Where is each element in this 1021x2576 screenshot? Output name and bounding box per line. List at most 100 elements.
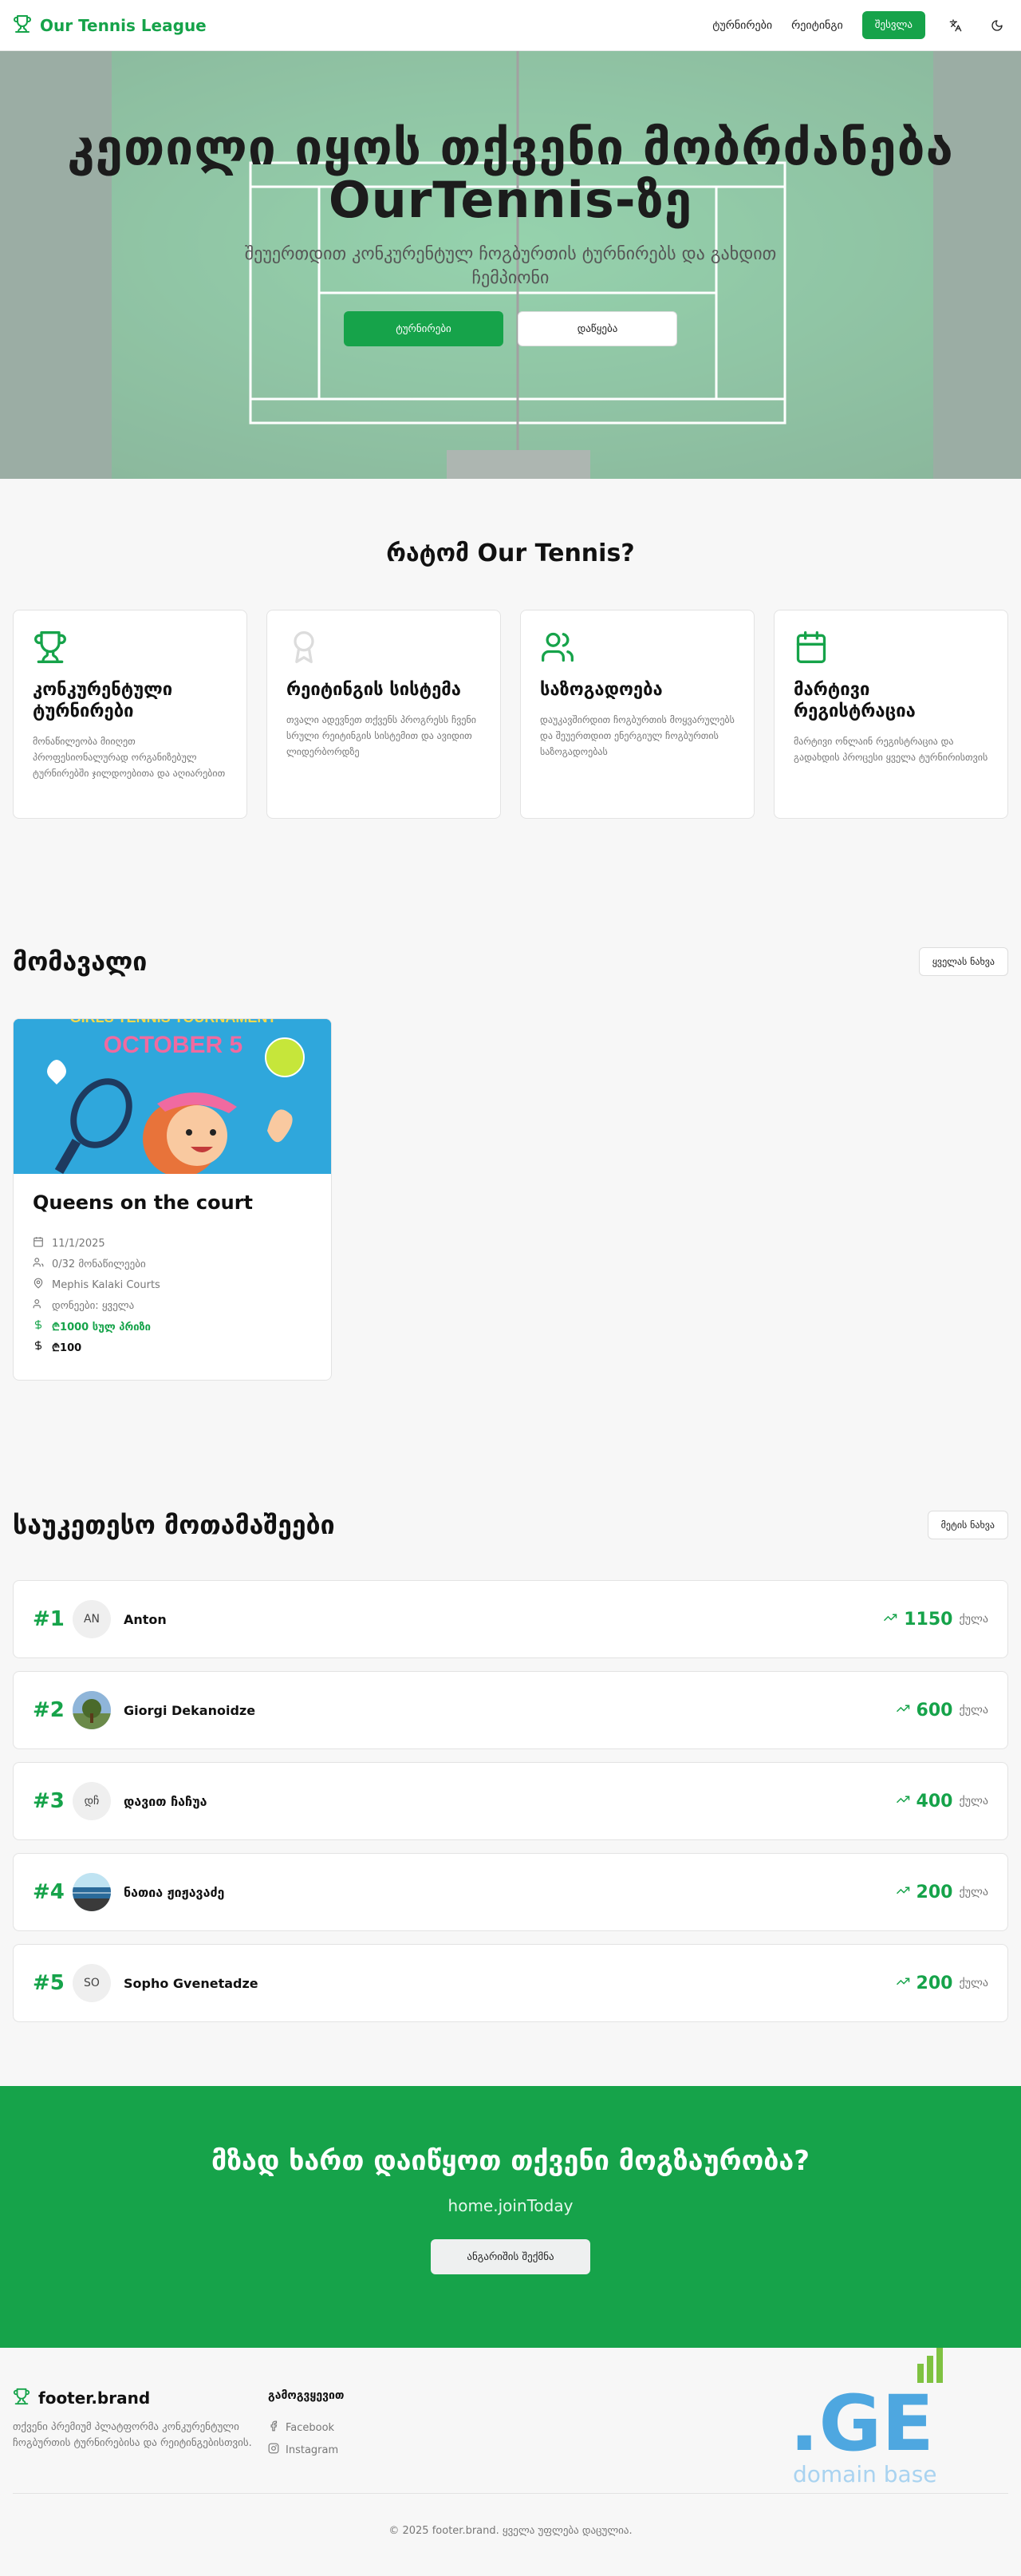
avatar: SO [73,1964,111,2002]
dark-mode-moon-icon[interactable] [986,14,1008,37]
tournament-card-body: Queens on the court 11/1/2025 0/32 მონაწ… [14,1174,331,1375]
tournament-prize-row: ₾1000 სულ პრიზი [33,1316,312,1337]
cta-section: მზად ხართ დაიწყოთ თქვენი მოგზაურობა? hom… [0,2086,1021,2348]
view-all-button[interactable]: ყველას ნახვა [918,947,1008,976]
tournaments-button[interactable]: ტურნირები [344,311,503,346]
player-points: 600 [916,1700,953,1721]
points-unit: ქულა [959,1613,988,1626]
tournament-banner-image: GIRLS TENNIS TOURNAMENT OCTOBER 5 [14,1019,331,1174]
player-points: 200 [916,1882,953,1902]
leaderboard-row[interactable]: #3 დჩ დავით ჩაჩუა 400 ქულა [13,1762,1008,1840]
player-name: Sopho Gvenetadze [124,1975,258,1991]
tournament-date: 11/1/2025 [52,1237,105,1250]
tournament-fee: ₾100 [52,1342,82,1354]
top-navbar: Our Tennis League ტურნირები რეიტინგი შეს… [0,0,1021,51]
follow-us-title: გამოგვყევით [268,2389,345,2402]
leaderboard-row[interactable]: #2 Giorgi Dekanoidze 600 ქულა [13,1671,1008,1749]
why-section-title: რატომ Our Tennis? [386,539,635,567]
avatar: AN [73,1600,111,1638]
player-rank: #2 [33,1698,65,1722]
avatar-photo [73,1873,111,1911]
instagram-label: Instagram [286,2444,339,2456]
hero-content: კეთილი იყოს თქვენი მობრძანება OurTennis-… [0,121,1021,346]
footer-brand-name: footer.brand [38,2388,151,2408]
points-unit: ქულა [959,1704,988,1717]
tournament-details: 11/1/2025 0/32 მონაწილეები Mephis Kalaki… [33,1233,312,1357]
leaders-title: საუკეთესო მოთამაშეები [13,1510,335,1540]
leaderboard-row[interactable]: #5 SO Sopho Gvenetadze 200 ქულა [13,1944,1008,2022]
hero-actions: ტურნირები დაწყება [0,311,1021,346]
upcoming-title: მომავალი [13,946,148,977]
player-score: 200 ქულა [896,1973,988,1993]
tournament-date-row: 11/1/2025 [33,1233,312,1254]
trophy-icon [13,2388,30,2408]
leaderboard-row[interactable]: #4 ნათია ჟიჟავაძე 200 ქულა [13,1853,1008,1931]
tournament-name: Queens on the court [33,1191,253,1214]
footer: footer.brand თქვენი პრემიუმ პლატფორმა კო… [0,2348,1021,2576]
tournament-location-row: Mephis Kalaki Courts [33,1274,312,1295]
language-icon[interactable] [944,14,967,37]
facebook-icon [268,2420,279,2435]
cta-subtitle: home.joinToday [447,2196,574,2215]
avatar-photo [73,1691,111,1729]
leaderboard-row[interactable]: #1 AN Anton 1150 ქულა [13,1580,1008,1658]
player-score: 400 ქულა [896,1792,988,1811]
feature-card-rating: რეიტინგის სისტემა თვალი ადევნეთ თქვენს პ… [266,610,501,819]
user-level-icon [33,1298,44,1313]
tournament-card[interactable]: GIRLS TENNIS TOURNAMENT OCTOBER 5 Queens… [13,1018,332,1381]
player-name: ნათია ჟიჟავაძე [124,1884,225,1900]
view-more-button[interactable]: მეტის ნახვა [927,1511,1008,1539]
main-nav: ტურნირები რეიტინგი შესვლა [712,11,1008,39]
banner-date: OCTOBER 5 [104,1032,242,1058]
feature-card-tournaments: კონკურენტული ტურნირები მონაწილეობა მიიღე… [13,610,247,819]
calendar-icon [794,631,829,668]
points-unit: ქულა [959,1977,988,1989]
hero-title-line1: კეთილი იყოს თქვენი მობრძანება [67,118,954,176]
tournament-level-row: დონეები: ყველა [33,1295,312,1316]
feature-text: მარტივი ონლაინ რეგისტრაცია და გადახდის პ… [794,736,988,763]
trending-up-icon [896,1974,910,1992]
users-icon [33,1257,44,1271]
footer-brand: footer.brand [13,2388,150,2408]
player-rank: #4 [33,1880,65,1904]
login-button[interactable]: შესვლა [861,11,925,39]
player-name: Giorgi Dekanoidze [124,1702,256,1718]
trophy-icon [33,631,68,668]
feature-title: მარტივი რეგისტრაცია [794,680,916,721]
trending-up-icon [896,1883,910,1901]
hero-section: კეთილი იყოს თქვენი მობრძანება OurTennis-… [0,51,1021,479]
feature-text: მონაწილეობა მიიღეთ პროფესიონალურად ორგან… [33,736,226,779]
player-rank: #5 [33,1971,65,1995]
nav-tournaments[interactable]: ტურნირები [712,19,772,32]
feature-card-registration: მარტივი რეგისტრაცია მარტივი ონლაინ რეგის… [774,610,1008,819]
award-icon [286,631,321,668]
copyright: © 2025 footer.brand. ყველა უფლება დაცული… [388,2525,633,2537]
hero-title-line2: OurTennis-ზე [328,171,693,229]
brand-name: Our Tennis League [40,15,207,35]
facebook-link[interactable]: Facebook [268,2416,338,2439]
player-name: Anton [124,1611,167,1627]
features-grid: კონკურენტული ტურნირები მონაწილეობა მიიღე… [13,610,1008,819]
map-pin-icon [33,1278,44,1292]
feature-card-community: საზოგადოება დაუკავშირდით ჩოგბურთის მოყვა… [520,610,755,819]
ge-logo-text: .GE [790,2379,934,2468]
player-score: 600 ქულა [896,1701,988,1721]
create-account-button[interactable]: ანგარიშის შექმნა [431,2239,590,2274]
get-started-button[interactable]: დაწყება [518,311,677,346]
feature-title: რეიტინგის სისტემა [286,680,461,700]
player-score: 1150 ქულა [883,1610,988,1630]
hero-subtitle: შეუერთდით კონკურენტულ ჩოგბურთის ტურნირებ… [244,244,777,288]
instagram-link[interactable]: Instagram [268,2439,338,2461]
tournament-participants: 0/32 მონაწილეები [52,1258,146,1270]
upcoming-header: მომავალი ყველას ნახვა [13,946,1008,977]
tournament-prize: ₾1000 სულ პრიზი [52,1322,152,1333]
trophy-icon [13,14,32,37]
brand-link[interactable]: Our Tennis League [13,14,207,37]
feature-text: დაუკავშირდით ჩოგბურთის მოყვარულებს და შე… [540,714,735,757]
ge-logo-subtext: domain base [793,2461,937,2487]
dollar-icon [33,1319,44,1333]
dollar-icon [33,1340,44,1354]
player-points: 400 [916,1791,953,1811]
nav-rating[interactable]: რეიტინგი [791,19,843,32]
domain-base-logo[interactable]: .GE domain base [790,2348,973,2491]
